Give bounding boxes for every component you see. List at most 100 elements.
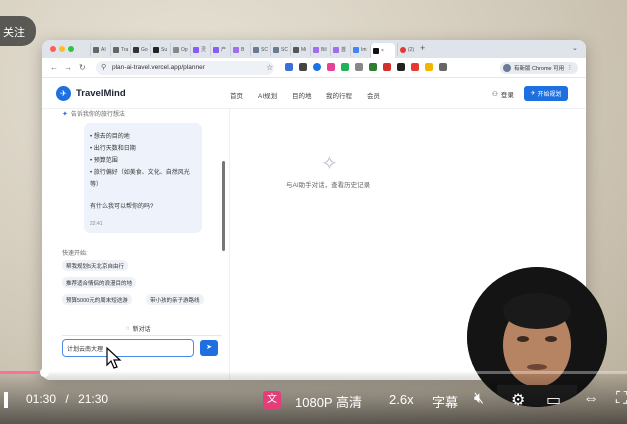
fullscreen-icon[interactable]: ⛶	[616, 390, 627, 408]
forward-icon[interactable]: →	[64, 63, 72, 72]
tab-favicon-icon	[400, 46, 406, 53]
chat-panel: ✦ 告诉我你的旅行想法 • 想去的目的地 • 出行天数和日期 • 预算范围 • …	[42, 109, 227, 380]
tab-favicon-icon	[273, 46, 279, 53]
tab-favicon-icon	[133, 46, 139, 53]
mute-icon[interactable]: 🔇︎	[474, 390, 484, 408]
browser-tab[interactable]: Mi	[290, 43, 309, 56]
progress-bar[interactable]	[0, 368, 627, 377]
tab-search-icon[interactable]: ⌄	[572, 44, 578, 52]
logo-icon: ✈	[56, 86, 71, 101]
browser-tab[interactable]: SC	[250, 43, 269, 56]
nav-ai-planner[interactable]: AI规划	[258, 90, 277, 100]
browser-tab[interactable]: Go	[130, 43, 149, 56]
picture-in-picture-icon[interactable]: ▭	[546, 390, 561, 410]
extension-icon[interactable]	[341, 63, 349, 71]
pause-icon[interactable]	[4, 392, 8, 408]
browser-tab[interactable]: Im	[350, 43, 369, 56]
brand-name: TravelMind	[76, 88, 126, 99]
start-planning-button[interactable]: ✈ 开始规划	[524, 86, 568, 101]
extension-icon[interactable]	[313, 63, 321, 71]
message-time: 22:41	[90, 221, 103, 227]
message-line: 等）	[90, 182, 103, 188]
back-icon[interactable]: ←	[50, 63, 58, 72]
ai-translate-icon[interactable]: 文	[263, 391, 281, 409]
extension-icon[interactable]	[397, 63, 405, 71]
nav-membership[interactable]: 会员	[367, 90, 380, 100]
progress-fill	[0, 371, 44, 374]
tab-favicon-icon	[253, 46, 259, 53]
message-line: 有什么我可以帮你的吗?	[90, 204, 154, 210]
browser-tab[interactable]: (2)	[397, 43, 416, 56]
quick-chip[interactable]: 推荐适合情侣的浪漫目的地	[62, 277, 137, 288]
chrome-update-chip[interactable]: 有新版 Chrome 可用 ⋮	[500, 62, 578, 74]
nav-destinations[interactable]: 目的地	[292, 90, 312, 100]
browser-tab[interactable]: 产	[210, 43, 229, 56]
extension-icon[interactable]	[285, 63, 293, 71]
extension-icon[interactable]	[355, 63, 363, 71]
address-bar[interactable]: ⚲ plan-ai-travel.vercel.app/planner	[96, 61, 274, 75]
nav-my-trips[interactable]: 我的行程	[326, 90, 352, 100]
plane-icon: ✈	[530, 91, 536, 97]
message-line: • 出行天数和日期	[90, 146, 136, 152]
browser-tab[interactable]: Op	[170, 43, 189, 56]
chat-scrollbar[interactable]	[222, 161, 225, 251]
send-button[interactable]: ➤	[200, 340, 218, 356]
browser-tab-active[interactable]: ×	[370, 43, 395, 58]
assistant-message-bubble: • 想去的目的地 • 出行天数和日期 • 预算范围 • 旅行偏好（如美食、文化、…	[84, 123, 202, 233]
sparkle-icon: ✧	[321, 153, 338, 175]
tab-favicon-icon	[373, 47, 379, 54]
login-button[interactable]: ⚇ 登录	[492, 89, 514, 99]
extension-icon[interactable]	[369, 63, 377, 71]
tab-favicon-icon	[313, 46, 319, 53]
subtitle-button[interactable]: 字幕	[432, 392, 458, 411]
settings-gear-icon[interactable]: ⚙	[511, 390, 525, 410]
browser-tab[interactable]: B	[230, 43, 249, 56]
zoom-window-icon[interactable]	[68, 46, 74, 52]
widescreen-icon[interactable]: ⇔	[583, 390, 599, 408]
reload-icon[interactable]: ↻	[79, 63, 86, 72]
quality-button[interactable]: 1080P 高清	[295, 392, 362, 411]
close-window-icon[interactable]	[50, 46, 56, 52]
tab-strip: AI Tra Go Su Op 灵 产 B SC SC Mi Bil 首 Im …	[42, 40, 586, 58]
new-chat-button[interactable]: ◌ 新对话	[126, 324, 151, 334]
chat-input[interactable]	[62, 339, 194, 357]
extension-icon[interactable]	[299, 63, 307, 71]
bookmark-star-icon[interactable]: ☆	[266, 63, 273, 72]
new-tab-icon[interactable]: +	[420, 43, 425, 53]
progress-handle[interactable]	[40, 368, 49, 377]
divider	[62, 335, 222, 336]
extensions-row	[285, 63, 447, 71]
extensions-puzzle-icon[interactable]	[439, 63, 447, 71]
extension-icon[interactable]	[425, 63, 433, 71]
menu-dots-icon[interactable]: ⋮	[567, 65, 573, 71]
tab-favicon-icon	[93, 46, 99, 53]
mouse-cursor-icon	[106, 347, 122, 369]
avatar	[503, 64, 511, 72]
quick-start-title: 快速开始:	[62, 251, 88, 257]
tab-favicon-icon	[333, 46, 339, 53]
message-line: • 预算范围	[90, 158, 118, 164]
extension-icon[interactable]	[411, 63, 419, 71]
browser-tab[interactable]: 灵	[190, 43, 209, 56]
site-info-icon[interactable]: ⚲	[101, 63, 106, 71]
nav-home[interactable]: 首页	[230, 90, 243, 100]
message-line: • 旅行偏好（如美食、文化、自然风光	[90, 170, 190, 176]
browser-tab[interactable]: SC	[270, 43, 289, 56]
browser-tab[interactable]: AI	[90, 43, 109, 56]
follow-button[interactable]: 关注	[0, 16, 36, 46]
browser-tab[interactable]: 首	[330, 43, 349, 56]
quick-chip[interactable]: 带小孩的亲子游路线	[146, 294, 204, 305]
quick-chip[interactable]: 帮我规划5天北京自由行	[62, 260, 129, 271]
tab-favicon-icon	[213, 46, 219, 53]
tab-favicon-icon	[113, 46, 119, 53]
browser-tab[interactable]: Bil	[310, 43, 329, 56]
browser-tab[interactable]: Tra	[110, 43, 129, 56]
extension-icon[interactable]	[327, 63, 335, 71]
speed-button[interactable]: 2.6x	[389, 392, 414, 407]
send-icon: ➤	[206, 344, 212, 351]
message-line: • 想去的目的地	[90, 134, 130, 140]
browser-tab[interactable]: Su	[150, 43, 169, 56]
quick-chip[interactable]: 预算5000元的周末短途游	[62, 294, 132, 305]
minimize-window-icon[interactable]	[59, 46, 65, 52]
extension-icon[interactable]	[383, 63, 391, 71]
